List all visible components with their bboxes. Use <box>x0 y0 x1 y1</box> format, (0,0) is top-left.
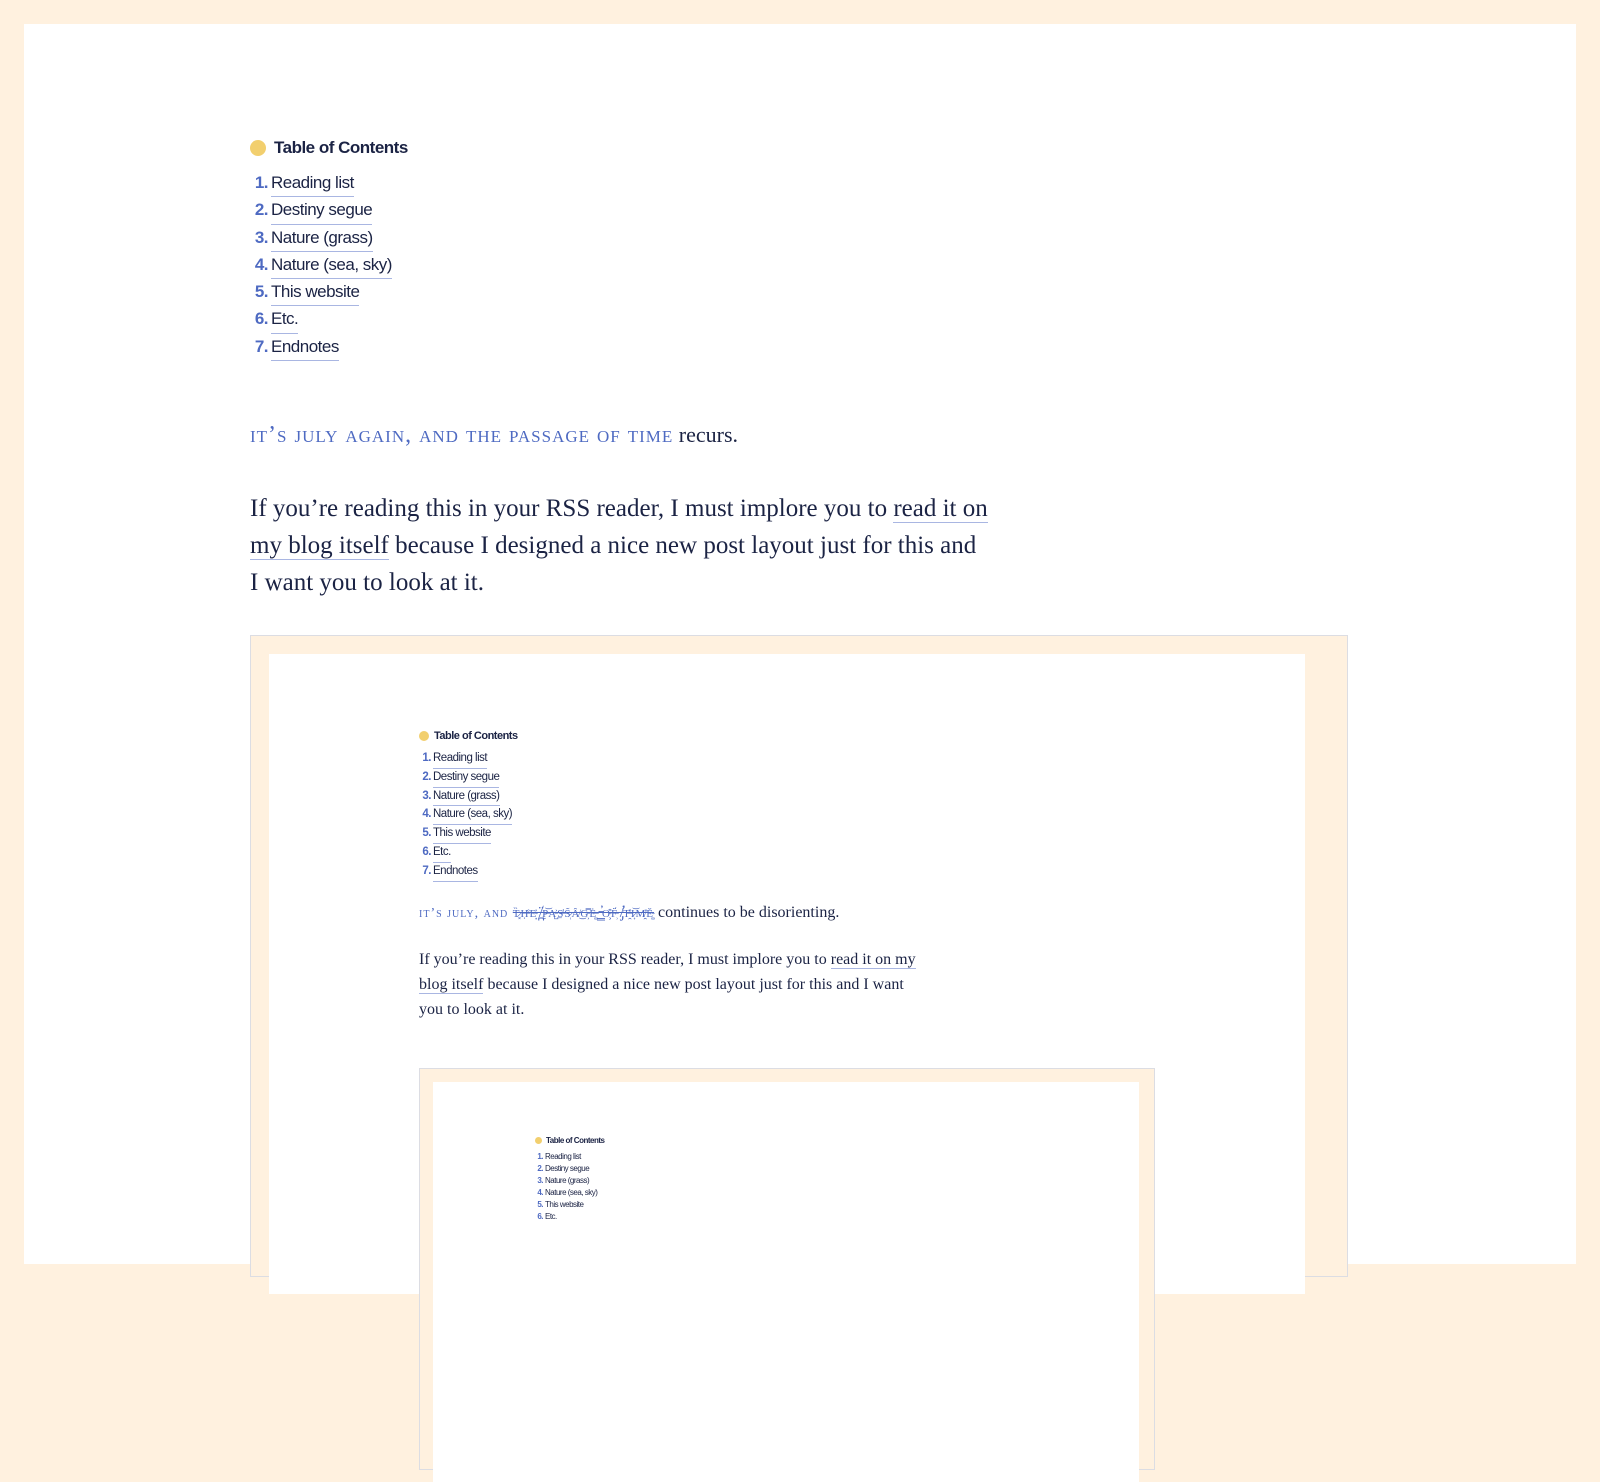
toc-item: 7. Endnotes <box>250 334 408 362</box>
toc-item-label: Etc. <box>433 844 451 863</box>
toc-link-nature-grass[interactable]: Nature (grass) <box>271 225 373 252</box>
toc-item-number: 1. <box>422 752 431 764</box>
embedded-intro-paragraph: If you’re reading this in your RSS reade… <box>419 947 919 1022</box>
toc-link-endnotes[interactable]: Endnotes <box>271 334 339 362</box>
toc-header: Table of Contents <box>535 1136 605 1145</box>
toc-item-label: Nature (grass) <box>545 1176 590 1185</box>
toc-item-label: Endnotes <box>433 863 478 882</box>
page: Table of Contents 1. Reading list 2. Desti… <box>24 24 1576 1482</box>
toc-item-number: 4. <box>537 1188 543 1197</box>
toc-item-number: 1. <box>254 173 269 192</box>
toc-item-label: Destiny segue <box>545 1164 590 1173</box>
toc-item-number: 5. <box>537 1200 543 1209</box>
toc-dot-icon <box>250 140 266 156</box>
toc-item-label: Reading list <box>545 1152 581 1161</box>
paragraph-text: If you’re reading this in your RSS reade… <box>250 495 894 522</box>
toc-item: 6. Etc. <box>250 306 408 334</box>
toc-item: 6. Etc. <box>535 1211 604 1223</box>
post-lede: It’s July again, and the passage of time… <box>250 422 738 449</box>
toc-item-number: 7. <box>254 336 269 356</box>
embedded-table-of-contents: Table of Contents 1. Reading list 2. Desti… <box>419 730 518 882</box>
toc-link-nature-sea-sky[interactable]: Nature (sea, sky) <box>271 252 392 280</box>
toc-item: 2. Destiny segue <box>250 197 408 225</box>
toc-item-number: 3. <box>254 227 269 247</box>
toc-item-label: Nature (sea, sky) <box>433 806 513 826</box>
glitched-text: t̷͓̏ḥ̵̊e̴̟̓ ̸̪̈p̶̰͝a̵̺͐s̶̱̾s̷̜̃ȃ̸͜g̵͕̿ė̶… <box>512 904 655 921</box>
embedded-post-lede: It’s July, and t̷͓̏ḥ̵̊e̴̟̓ ̸̪̈p̶̰͝a̵̺͐s̶… <box>419 904 839 922</box>
toc-list: 1. Reading list 2. Destiny segue 3. Nature … <box>250 170 408 362</box>
nested-screenshot-page: Table of Contents 1. Reading list 2. Desti… <box>433 1082 1139 1482</box>
toc-title: Table of Contents <box>274 138 408 157</box>
toc-item-number: 6. <box>254 309 269 329</box>
toc-item-number: 6. <box>422 845 431 858</box>
toc-item-label: This website <box>545 1200 584 1209</box>
toc-item-number: 7. <box>422 864 431 877</box>
intro-paragraph: If you’re reading this in your RSS reade… <box>250 490 990 601</box>
toc-item: 3. Nature (grass) <box>250 225 408 252</box>
toc-item: 5. This website <box>250 279 408 307</box>
toc-item-number: 5. <box>254 282 269 302</box>
toc-item-label: This website <box>433 825 491 844</box>
toc-item: 1. Reading list <box>535 1151 604 1163</box>
toc-item-number: 1. <box>537 1152 543 1161</box>
lede-rest: continues to be disorienting. <box>654 904 840 921</box>
toc-item-label: Destiny segue <box>433 769 500 788</box>
toc-item-number: 2. <box>537 1164 543 1173</box>
toc-link-reading-list[interactable]: Reading list <box>271 170 354 198</box>
toc-header: Table of Contents <box>250 138 408 158</box>
toc-item: 3. Nature (grass) <box>535 1175 604 1187</box>
lede-rest: recurs. <box>673 422 739 447</box>
toc-item-number: 4. <box>422 808 431 821</box>
toc-item: 3. Nature (grass) <box>419 788 518 807</box>
toc-item-number: 3. <box>537 1176 543 1185</box>
embedded-screenshot-page: Table of Contents 1. Reading list 2. Desti… <box>269 654 1305 1482</box>
toc-item-number: 6. <box>537 1212 543 1221</box>
lede-smallcaps: It’s July again, and the passage of time <box>250 422 674 448</box>
toc-list: 1. Reading list 2. Destiny segue 3. Nature … <box>419 750 518 882</box>
toc-item: 1. Reading list <box>250 170 408 198</box>
nested-table-of-contents: Table of Contents 1. Reading list 2. Desti… <box>535 1136 605 1223</box>
toc-item-number: 5. <box>422 827 431 840</box>
toc-item-number: 2. <box>254 200 269 220</box>
toc-header: Table of Contents <box>419 730 518 742</box>
toc-item: 5. This website <box>535 1199 604 1211</box>
toc-item-label: Nature (grass) <box>433 788 500 807</box>
toc-item-number: 2. <box>422 770 431 783</box>
toc-link-this-website[interactable]: This website <box>271 279 360 307</box>
paragraph-text: because I designed a nice new post layou… <box>419 976 904 1018</box>
table-of-contents: Table of Contents 1. Reading list 2. Desti… <box>250 138 408 362</box>
toc-title: Table of Contents <box>434 730 518 742</box>
toc-item-number: 4. <box>254 254 269 274</box>
toc-item-label: Etc. <box>545 1212 557 1221</box>
toc-item: 2. Destiny segue <box>419 769 518 788</box>
lede-smallcaps: It’s July, and <box>419 906 513 921</box>
toc-dot-icon <box>419 731 429 741</box>
nested-screenshot-frame: Table of Contents 1. Reading list 2. Desti… <box>419 1068 1155 1482</box>
toc-list: 1. Reading list 2. Destiny segue 3. Nature … <box>535 1151 604 1223</box>
toc-item: 7. Endnotes <box>419 863 518 882</box>
toc-item-label: Reading list <box>433 750 488 769</box>
toc-link-etc[interactable]: Etc. <box>271 306 299 334</box>
toc-item: 4. Nature (sea, sky) <box>419 806 518 826</box>
embedded-screenshot-frame: Table of Contents 1. Reading list 2. Desti… <box>250 635 1348 1482</box>
paragraph-text: If you’re reading this in your RSS reade… <box>419 951 831 968</box>
toc-dot-icon <box>535 1137 542 1144</box>
toc-item: 5. This website <box>419 825 518 844</box>
toc-item: 4. Nature (sea, sky) <box>250 252 408 280</box>
toc-title: Table of Contents <box>546 1136 605 1145</box>
toc-item-number: 3. <box>422 789 431 802</box>
toc-link-destiny-segue[interactable]: Destiny segue <box>271 197 373 225</box>
toc-item-label: Nature (sea, sky) <box>545 1188 598 1197</box>
toc-item: 6. Etc. <box>419 844 518 863</box>
toc-item: 1. Reading list <box>419 750 518 769</box>
toc-item: 4. Nature (sea, sky) <box>535 1187 604 1199</box>
toc-item: 2. Destiny segue <box>535 1163 604 1175</box>
